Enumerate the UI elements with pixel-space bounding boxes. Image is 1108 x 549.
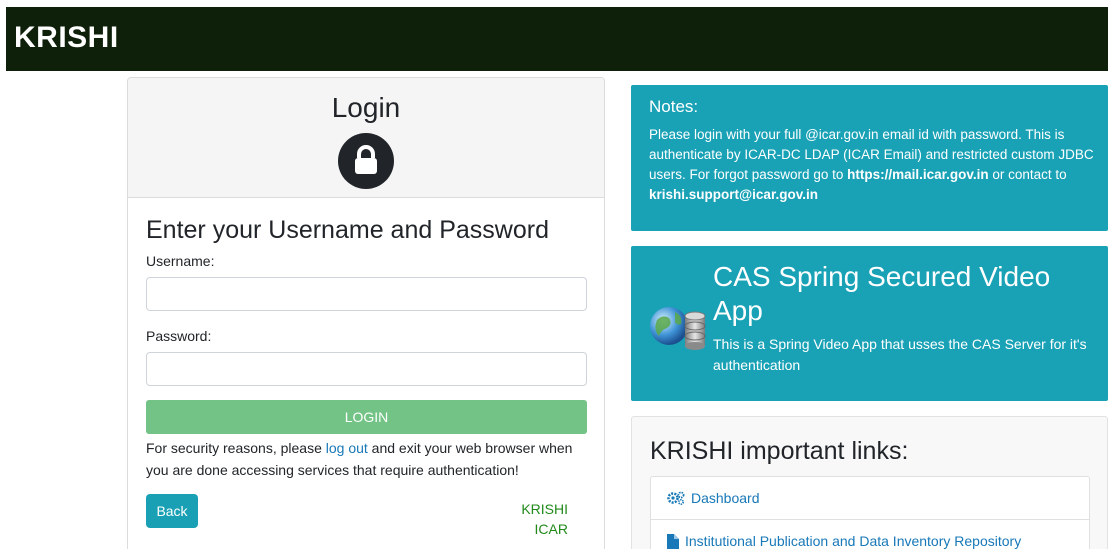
support-email: krishi.support@icar.gov.in	[649, 187, 818, 202]
footer-brand: KRISHI ICAR	[521, 499, 568, 539]
brand-logo[interactable]: KRISHI	[14, 21, 119, 55]
login-title: Login	[331, 92, 401, 123]
login-form: Enter your Username and Password Usernam…	[128, 198, 604, 549]
notes-title: Notes:	[649, 97, 699, 116]
notes-panel: Notes: Please login with your full @icar…	[631, 85, 1108, 231]
form-footer: Back KRISHI ICAR	[146, 494, 586, 549]
links-list: Dashboard Institutional Publication and …	[650, 476, 1090, 549]
lock-icon	[338, 133, 394, 189]
link-repository-label: Institutional Publication and Data Inven…	[685, 533, 1022, 549]
important-links-panel: KRISHI important links: Dashboard Instit	[631, 416, 1108, 549]
mail-link: https://mail.icar.gov.in	[847, 167, 989, 182]
notes-text-2: or contact to	[988, 167, 1067, 182]
login-card: Login Enter your Username and Password U…	[127, 77, 605, 549]
security-note-pre: For security reasons, please	[146, 440, 326, 456]
cas-app-panel: CAS Spring Secured Video App This is a S…	[631, 246, 1108, 401]
form-heading: Enter your Username and Password	[146, 216, 549, 244]
gears-icon	[667, 491, 685, 505]
security-note: For security reasons, please log out and…	[146, 437, 587, 481]
login-button[interactable]: LOGIN	[146, 400, 587, 434]
footer-brand-krishi: KRISHI	[521, 501, 568, 517]
password-label: Password:	[146, 328, 212, 344]
footer-brand-icar: ICAR	[534, 521, 568, 537]
cas-title: CAS Spring Secured Video App	[713, 261, 1051, 326]
link-repository[interactable]: Institutional Publication and Data Inven…	[651, 520, 1089, 549]
link-dashboard[interactable]: Dashboard	[651, 477, 1089, 520]
file-icon	[667, 533, 679, 549]
username-label: Username:	[146, 253, 215, 269]
notes-text: Please login with your full @icar.gov.in…	[649, 125, 1098, 205]
links-title: KRISHI important links:	[650, 437, 909, 465]
link-dashboard-label: Dashboard	[691, 490, 760, 506]
navbar: KRISHI	[6, 7, 1108, 71]
back-button[interactable]: Back	[146, 494, 198, 528]
username-input[interactable]	[146, 277, 587, 311]
globe-database-icon	[649, 302, 713, 355]
cas-description: This is a Spring Video App that usses th…	[713, 336, 1087, 373]
password-input[interactable]	[146, 352, 587, 386]
logout-link[interactable]: log out	[326, 440, 368, 456]
login-header: Login	[128, 78, 604, 198]
top-strip	[0, 0, 1108, 7]
